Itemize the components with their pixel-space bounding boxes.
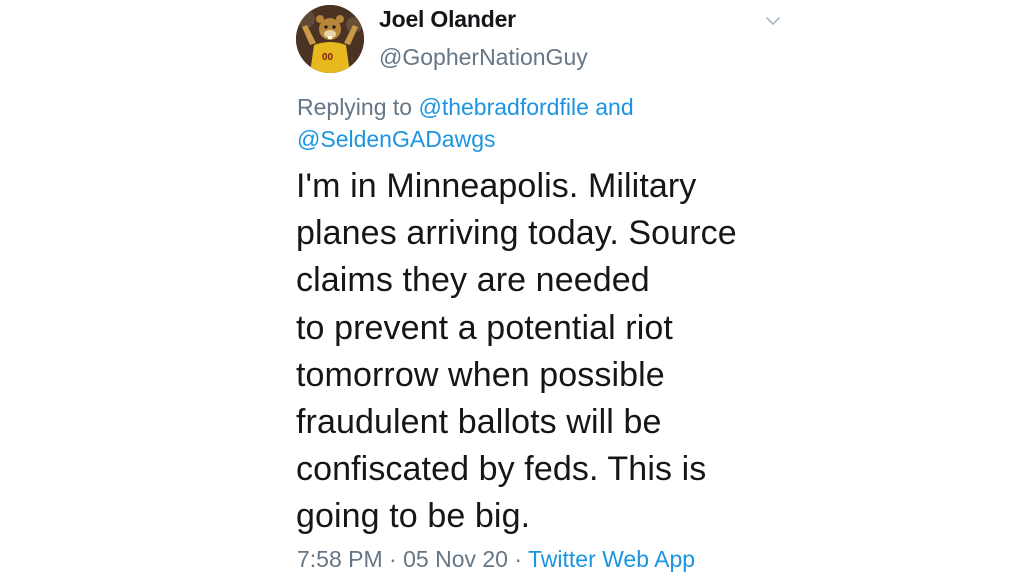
gopher-mascot-icon: 00 [296,5,364,73]
tweet-text-line: going to be big. [296,497,531,536]
chevron-down-icon[interactable] [762,12,784,30]
reply-mention-seldengadawgs[interactable]: @SeldenGADawgs [297,126,496,152]
tweet-source-link[interactable]: Twitter Web App [528,546,695,572]
tweet-date[interactable]: 05 Nov 20 [403,546,508,572]
tweet-text: I'm in Minneapolis. Military planes arri… [296,163,816,541]
user-handle[interactable]: @GopherNationGuy [379,44,588,71]
tweet-text-line: fraudulent ballots will be [296,403,662,442]
reply-context: Replying to @thebradfordfile and @SeldenG… [297,91,757,155]
tweet-card: 00 Joel Olander @GopherNationGuy Replyin… [0,0,1034,582]
avatar[interactable]: 00 [296,5,364,73]
tweet-text-line: planes arriving today. Source [296,214,737,253]
display-name[interactable]: Joel Olander [379,6,516,33]
tweet-text-line: claims they are needed [296,261,650,300]
reply-joiner: and [588,94,634,120]
reply-mention-thebradfordfile[interactable]: @thebradfordfile [418,94,588,120]
tweet-metadata: 7:58 PM · 05 Nov 20 · Twitter Web App [297,546,695,573]
reply-prefix: Replying to [297,94,419,120]
svg-text:00: 00 [322,52,334,63]
meta-separator: · [507,546,528,572]
tweet-text-line: I'm in Minneapolis. Military [296,167,697,205]
tweet-text-line: tomorrow when possible [296,355,665,394]
tweet-text-line: to prevent a potential riot [296,308,673,347]
tweet-time[interactable]: 7:58 PM [297,546,383,572]
meta-separator: · [382,546,404,572]
tweet-text-line: confiscated by feds. This is [296,450,707,489]
